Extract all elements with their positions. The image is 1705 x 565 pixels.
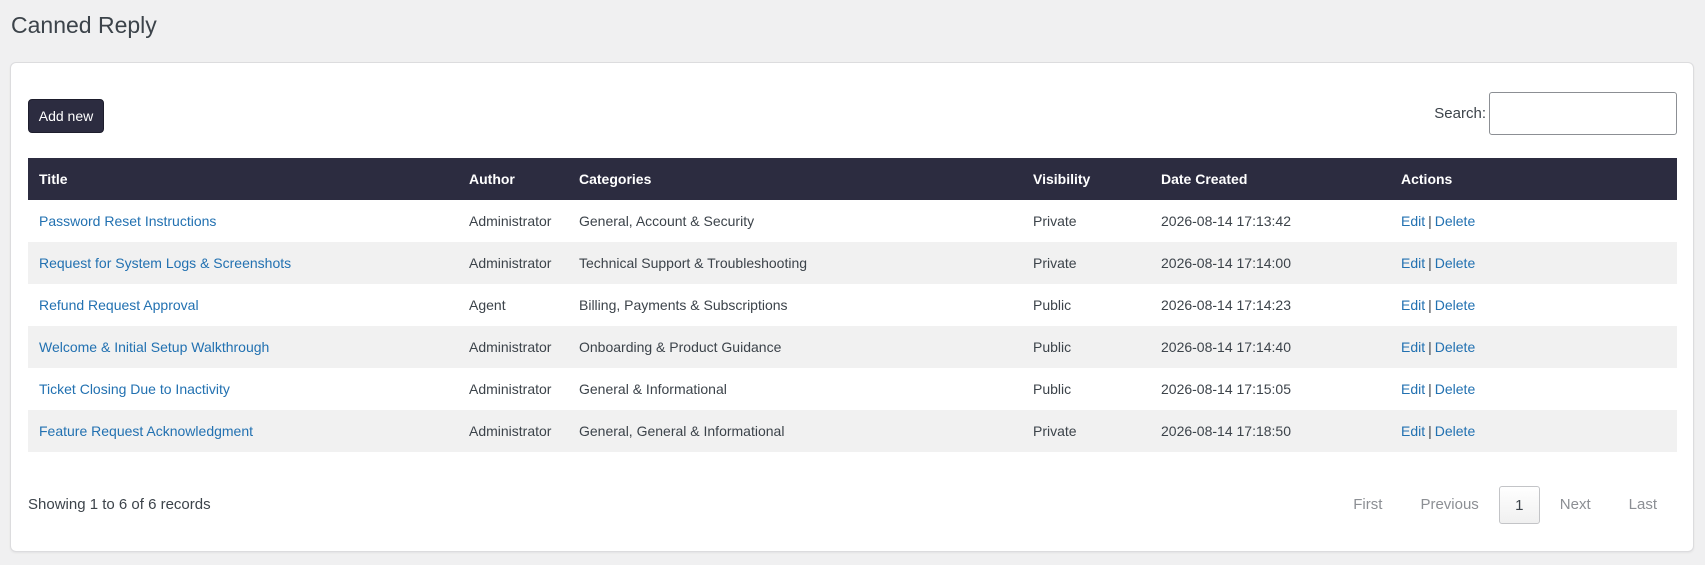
categories-cell: General, General & Informational	[579, 423, 785, 439]
visibility-cell: Public	[1033, 339, 1072, 355]
table-row: Welcome & Initial Setup Walkthrough Admi…	[28, 326, 1677, 368]
search-label: Search:	[1434, 105, 1486, 122]
edit-link[interactable]: Edit	[1401, 381, 1425, 397]
reply-title-link[interactable]: Refund Request Approval	[39, 297, 199, 313]
canned-reply-panel: Add new Search: Title Author Categories …	[10, 62, 1694, 552]
visibility-cell: Private	[1033, 255, 1077, 271]
actions-cell: Edit | Delete	[1390, 410, 1677, 452]
reply-title-link[interactable]: Request for System Logs & Screenshots	[39, 255, 291, 271]
delete-link[interactable]: Delete	[1435, 423, 1475, 439]
date-created-cell: 2026-08-14 17:18:50	[1161, 423, 1291, 439]
visibility-cell: Private	[1033, 213, 1077, 229]
visibility-cell: Private	[1033, 423, 1077, 439]
column-header-date-created[interactable]: Date Created	[1150, 158, 1390, 200]
visibility-cell: Public	[1033, 297, 1072, 313]
author-cell: Administrator	[469, 423, 552, 439]
date-created-cell: 2026-08-14 17:14:00	[1161, 255, 1291, 271]
delete-link[interactable]: Delete	[1435, 213, 1475, 229]
categories-cell: Onboarding & Product Guidance	[579, 339, 782, 355]
column-header-visibility[interactable]: Visibility	[1022, 158, 1150, 200]
page-title: Canned Reply	[11, 12, 157, 38]
column-header-actions: Actions	[1401, 171, 1453, 187]
action-separator: |	[1428, 423, 1432, 439]
table-row: Feature Request Acknowledgment Administr…	[28, 410, 1677, 452]
table-row: Request for System Logs & Screenshots Ad…	[28, 242, 1677, 284]
date-created-cell: 2026-08-14 17:13:42	[1161, 213, 1291, 229]
action-separator: |	[1428, 297, 1432, 313]
date-created-cell: 2026-08-14 17:15:05	[1161, 381, 1291, 397]
edit-link[interactable]: Edit	[1401, 213, 1425, 229]
records-info: Showing 1 to 6 of 6 records	[28, 496, 211, 513]
delete-link[interactable]: Delete	[1435, 297, 1475, 313]
delete-link[interactable]: Delete	[1435, 255, 1475, 271]
date-created-cell: 2026-08-14 17:14:40	[1161, 339, 1291, 355]
table-row: Refund Request Approval Agent Billing, P…	[28, 284, 1677, 326]
canned-reply-table: Title Author Categories Visibility Date …	[28, 158, 1677, 452]
author-cell: Administrator	[469, 339, 552, 355]
column-header-categories[interactable]: Categories	[568, 158, 1022, 200]
column-header-author[interactable]: Author	[458, 158, 568, 200]
actions-cell: Edit | Delete	[1390, 242, 1677, 284]
actions-cell: Edit | Delete	[1390, 284, 1677, 326]
author-cell: Administrator	[469, 255, 552, 271]
actions-cell: Edit | Delete	[1390, 368, 1677, 410]
visibility-cell: Public	[1033, 381, 1072, 397]
author-cell: Administrator	[469, 213, 552, 229]
author-cell: Administrator	[469, 381, 552, 397]
pagination-last[interactable]: Last	[1610, 486, 1676, 524]
actions-cell: Edit | Delete	[1390, 326, 1677, 368]
search-box: Search:	[1434, 92, 1677, 135]
search-input[interactable]	[1489, 92, 1677, 135]
table-row: Ticket Closing Due to Inactivity Adminis…	[28, 368, 1677, 410]
action-separator: |	[1428, 339, 1432, 355]
categories-cell: Technical Support & Troubleshooting	[579, 255, 808, 271]
action-separator: |	[1428, 255, 1432, 271]
categories-cell: General, Account & Security	[579, 213, 755, 229]
categories-cell: General & Informational	[579, 381, 727, 397]
table-row: Password Reset Instructions Administrato…	[28, 200, 1677, 242]
reply-title-link[interactable]: Password Reset Instructions	[39, 213, 216, 229]
edit-link[interactable]: Edit	[1401, 339, 1425, 355]
edit-link[interactable]: Edit	[1401, 297, 1425, 313]
reply-title-link[interactable]: Welcome & Initial Setup Walkthrough	[39, 339, 269, 355]
pagination-first[interactable]: First	[1334, 486, 1401, 524]
add-new-button[interactable]: Add new	[28, 99, 104, 133]
categories-cell: Billing, Payments & Subscriptions	[579, 297, 788, 313]
column-header-title[interactable]: Title	[28, 158, 458, 200]
edit-link[interactable]: Edit	[1401, 423, 1425, 439]
reply-title-link[interactable]: Ticket Closing Due to Inactivity	[39, 381, 230, 397]
pagination-current-page[interactable]: 1	[1498, 486, 1540, 524]
delete-link[interactable]: Delete	[1435, 381, 1475, 397]
pagination: First Previous 1 Next Last	[1334, 486, 1676, 524]
pagination-next[interactable]: Next	[1541, 486, 1610, 524]
author-cell: Agent	[469, 297, 506, 313]
edit-link[interactable]: Edit	[1401, 255, 1425, 271]
actions-cell: Edit | Delete	[1390, 200, 1677, 242]
action-separator: |	[1428, 381, 1432, 397]
date-created-cell: 2026-08-14 17:14:23	[1161, 297, 1291, 313]
reply-title-link[interactable]: Feature Request Acknowledgment	[39, 423, 253, 439]
delete-link[interactable]: Delete	[1435, 339, 1475, 355]
pagination-previous[interactable]: Previous	[1401, 486, 1497, 524]
action-separator: |	[1428, 213, 1432, 229]
table-header-row: Title Author Categories Visibility Date …	[28, 158, 1677, 200]
